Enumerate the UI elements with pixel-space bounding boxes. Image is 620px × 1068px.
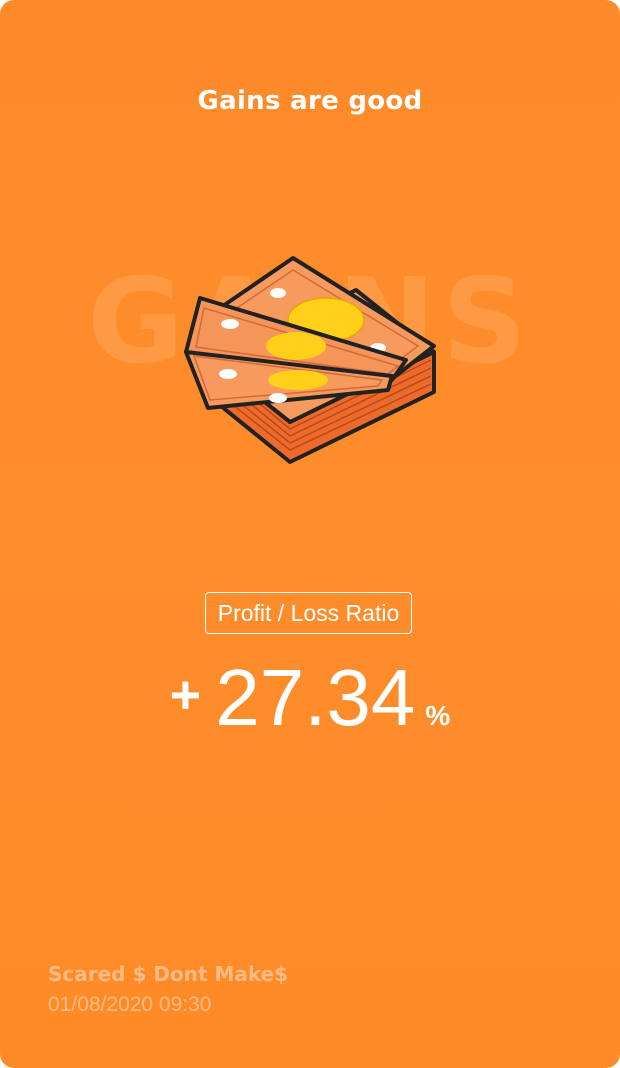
value-number: 27.34 <box>215 653 416 742</box>
money-stack-icon <box>184 256 436 464</box>
footer-username: Scared $ Dont Make$ <box>48 962 289 986</box>
headline: Gains are good <box>197 86 423 116</box>
profit-loss-value: +27.34% <box>0 652 620 744</box>
footer-datetime: 01/08/2020 09:30 <box>48 993 212 1016</box>
value-sign: + <box>169 665 202 725</box>
value-unit: % <box>425 700 451 731</box>
profit-loss-ratio-label: Profit / Loss Ratio <box>205 592 412 634</box>
share-card: Gains are good GAINS <box>0 0 620 1068</box>
